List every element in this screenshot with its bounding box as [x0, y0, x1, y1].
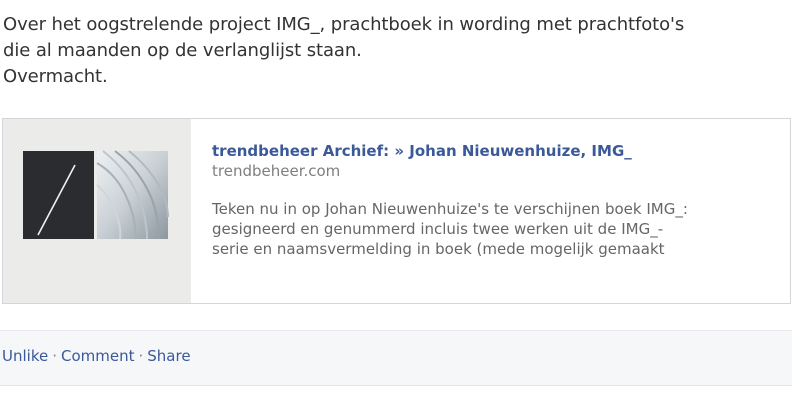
post-message: Over het oogstrelende project IMG_, prac… — [3, 12, 797, 90]
post-message-line: die al maanden op de verlanglijst staan. — [3, 40, 362, 61]
link-title[interactable]: trendbeheer Archief: » Johan Nieuwenhuiz… — [212, 141, 782, 161]
unlike-link[interactable]: Unlike — [2, 347, 48, 365]
action-separator: · — [138, 347, 144, 365]
link-description-line: gesigneerd en genummerd incluis twee wer… — [212, 220, 664, 238]
post-message-line: Overmacht. — [3, 66, 108, 87]
link-description-line: serie en naamsvermelding in boek (mede m… — [212, 240, 665, 258]
post-actions: Unlike · Comment · Share — [2, 346, 191, 366]
link-domain: trendbeheer.com — [212, 162, 341, 180]
link-description: Teken nu in op Johan Nieuwenhuize's te v… — [212, 199, 782, 259]
feed-post: Over het oogstrelende project IMG_, prac… — [0, 0, 800, 400]
share-link[interactable]: Share — [147, 347, 190, 365]
action-separator: · — [52, 347, 57, 365]
comment-link[interactable]: Comment — [61, 347, 135, 365]
post-action-bar: Unlike · Comment · Share — [0, 330, 792, 386]
post-message-line: Over het oogstrelende project IMG_, prac… — [3, 14, 685, 35]
shared-link-card[interactable]: trendbeheer Archief: » Johan Nieuwenhuiz… — [2, 118, 791, 304]
link-description-line: Teken nu in op Johan Nieuwenhuize's te v… — [212, 200, 688, 218]
link-thumbnail[interactable] — [3, 119, 191, 303]
link-text-block: trendbeheer Archief: » Johan Nieuwenhuiz… — [212, 141, 782, 259]
book-cover-icon — [3, 119, 191, 303]
